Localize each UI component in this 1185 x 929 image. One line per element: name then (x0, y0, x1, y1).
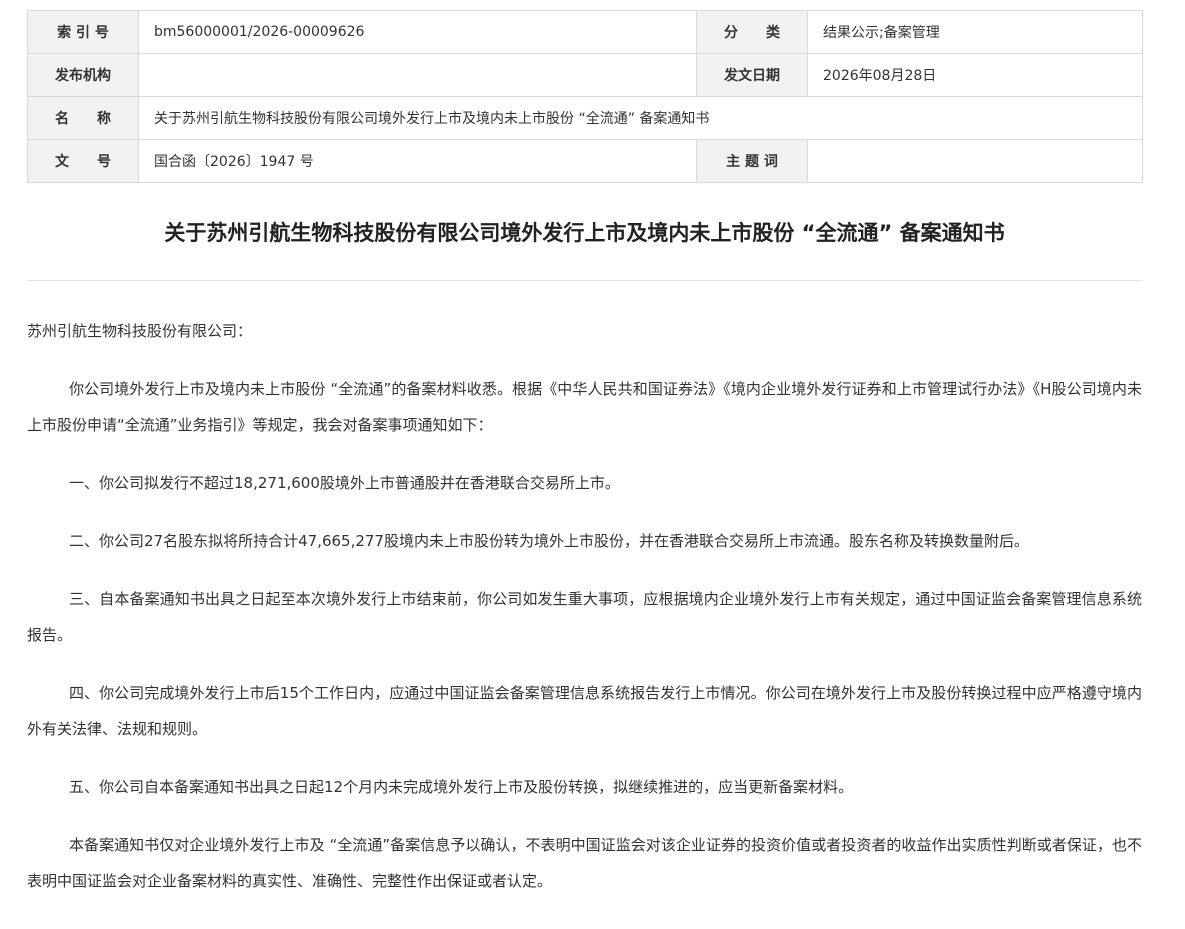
metadata-row-name: 名 称 关于苏州引航生物科技股份有限公司境外发行上市及境内未上市股份 “全流通”… (27, 96, 1143, 140)
metadata-row-issuer: 发布机构 发文日期 2026年08月28日 (27, 53, 1143, 97)
paragraph-item-3: 三、自本备案通知书出具之日起至本次境外发行上市结束前，你公司如发生重大事项，应根… (27, 590, 1142, 644)
paragraph-item-5: 五、你公司自本备案通知书出具之日起12个月内未完成境外发行上市及股份转换，拟继续… (69, 778, 854, 796)
paragraph-item-1: 一、你公司拟发行不超过18,271,600股境外上市普通股并在香港联合交易所上市… (69, 474, 620, 492)
issuer-label: 发布机构 (27, 53, 139, 97)
category-label: 分 类 (696, 10, 808, 54)
paragraph-item-4: 四、你公司完成境外发行上市后15个工作日内，应通过中国证监会备案管理信息系统报告… (27, 684, 1142, 738)
issuer-value (138, 53, 697, 97)
paragraph-item-2: 二、你公司27名股东拟将所持合计47,665,277股境内未上市股份转为境外上市… (69, 532, 1029, 550)
doc-name-value: 关于苏州引航生物科技股份有限公司境外发行上市及境内未上市股份 “全流通” 备案通… (138, 96, 1143, 140)
document-title: 关于苏州引航生物科技股份有限公司境外发行上市及境内未上市股份 “全流通” 备案通… (164, 221, 1005, 245)
issue-date-label: 发文日期 (696, 53, 808, 97)
greeting: 苏州引航生物科技股份有限公司： (27, 322, 253, 340)
title-divider (27, 280, 1142, 281)
index-number-value: bm56000001/2026-00009626 (138, 10, 697, 54)
paragraph-disclaimer: 本备案通知书仅对企业境外发行上市及 “全流通”备案信息予以确认，不表明中国证监会… (27, 836, 1142, 890)
subject-words-label: 主 题 词 (696, 139, 808, 183)
subject-words-value (807, 139, 1143, 183)
doc-number-label: 文 号 (27, 139, 139, 183)
document-metadata-table: 索 引 号 bm56000001/2026-00009626 分 类 结果公示;… (27, 10, 1143, 183)
metadata-row-docno: 文 号 国合函〔2026〕1947 号 主 题 词 (27, 139, 1143, 183)
doc-name-label: 名 称 (27, 96, 139, 140)
issue-date-value: 2026年08月28日 (807, 53, 1143, 97)
doc-number-value: 国合函〔2026〕1947 号 (138, 139, 697, 183)
paragraph-intro: 你公司境外发行上市及境内未上市股份 “全流通”的备案材料收悉。根据《中华人民共和… (27, 380, 1142, 434)
document-body: 苏州引航生物科技股份有限公司： 你公司境外发行上市及境内未上市股份 “全流通”的… (27, 313, 1142, 921)
index-number-label: 索 引 号 (27, 10, 139, 54)
metadata-row-index: 索 引 号 bm56000001/2026-00009626 分 类 结果公示;… (27, 10, 1143, 54)
category-value: 结果公示;备案管理 (807, 10, 1143, 54)
